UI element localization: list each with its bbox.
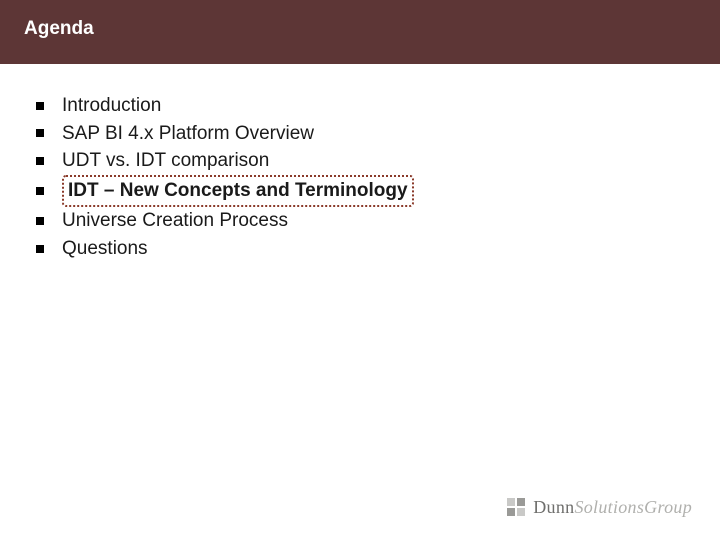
agenda-item-sap-bi-overview: SAP BI 4.x Platform Overview bbox=[36, 120, 684, 148]
footer-logo: DunnSolutionsGroup bbox=[507, 497, 692, 518]
bullet-icon bbox=[36, 102, 44, 110]
agenda-item-universe-creation: Universe Creation Process bbox=[36, 207, 684, 235]
bullet-icon bbox=[36, 157, 44, 165]
page-title: Agenda bbox=[24, 18, 696, 40]
agenda-item-label: UDT vs. IDT comparison bbox=[62, 147, 269, 175]
agenda-list: Introduction SAP BI 4.x Platform Overvie… bbox=[36, 92, 684, 262]
agenda-item-label: Introduction bbox=[62, 92, 161, 120]
agenda-item-introduction: Introduction bbox=[36, 92, 684, 120]
bullet-icon bbox=[36, 187, 44, 195]
agenda-item-label: Universe Creation Process bbox=[62, 207, 288, 235]
logo-icon bbox=[507, 498, 527, 518]
logo-text: DunnSolutionsGroup bbox=[533, 497, 692, 518]
bullet-icon bbox=[36, 245, 44, 253]
bullet-icon bbox=[36, 129, 44, 137]
current-topic-highlight: IDT – New Concepts and Terminology bbox=[62, 175, 414, 208]
agenda-item-label: SAP BI 4.x Platform Overview bbox=[62, 120, 314, 148]
agenda-item-idt-new-concepts: IDT – New Concepts and Terminology bbox=[36, 175, 684, 208]
agenda-item-questions: Questions bbox=[36, 235, 684, 263]
bullet-icon bbox=[36, 217, 44, 225]
agenda-item-udt-vs-idt: UDT vs. IDT comparison bbox=[36, 147, 684, 175]
logo-text-part2: SolutionsGroup bbox=[574, 497, 692, 517]
slide-content: Introduction SAP BI 4.x Platform Overvie… bbox=[0, 64, 720, 262]
logo-text-part1: Dunn bbox=[533, 497, 574, 517]
slide-header: Agenda bbox=[0, 0, 720, 64]
agenda-item-label: IDT – New Concepts and Terminology bbox=[68, 180, 408, 201]
agenda-item-label: Questions bbox=[62, 235, 148, 263]
